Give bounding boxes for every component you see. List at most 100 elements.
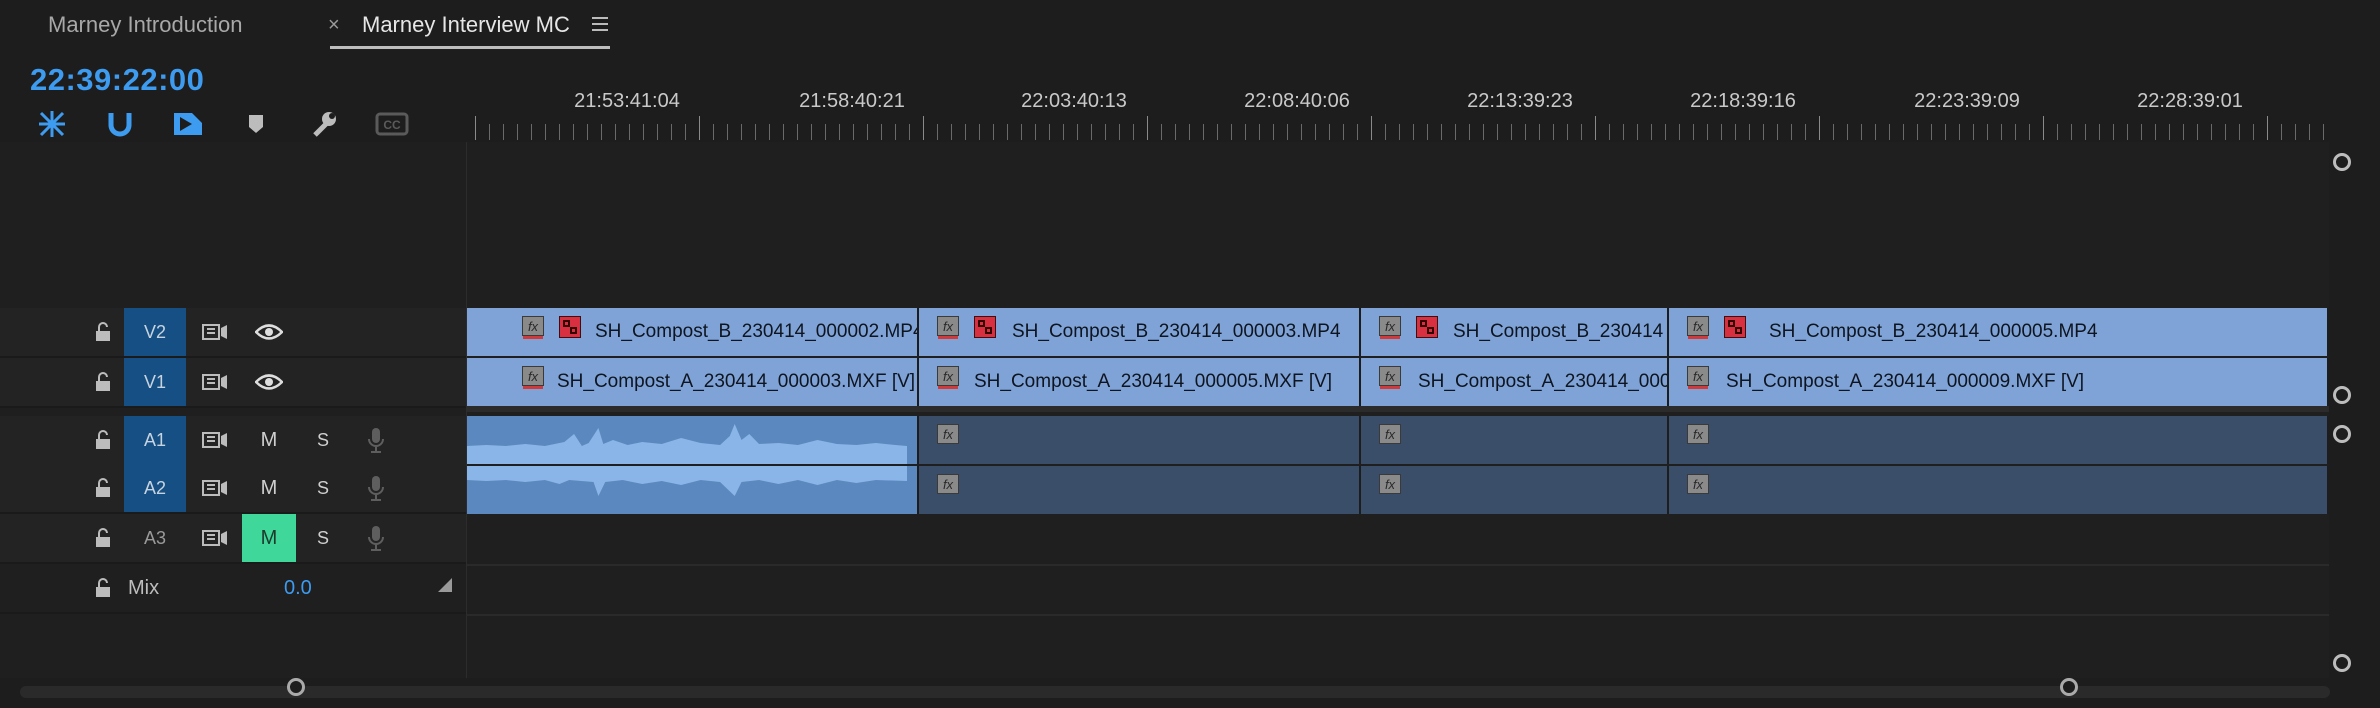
audio-clip-a2-2[interactable]: fx [919, 466, 1361, 514]
track-header-v1: V1 [0, 358, 466, 408]
ruler-label: 22:03:40:13 [1021, 90, 1127, 112]
linked-selection-icon[interactable] [102, 106, 138, 142]
eye-icon[interactable] [254, 317, 284, 347]
ruler-major-ticks [475, 116, 2330, 140]
multicam-icon [559, 316, 581, 338]
track-header-a1: A1 M S [0, 416, 466, 466]
audio-waveform [467, 424, 907, 464]
audio-clip-a1-4[interactable]: fx [1669, 416, 2329, 464]
lock-icon[interactable] [88, 317, 118, 347]
tab-marney-introduction[interactable]: Marney Introduction [48, 12, 242, 38]
lock-icon[interactable] [88, 367, 118, 397]
clip-v2-2[interactable]: fx SH_Compost_B_230414_000003.MP4 [919, 308, 1361, 356]
clip-name: SH_Compost_A_230414_000005.MXF [V] [974, 371, 1333, 392]
mix-volume-value[interactable]: 0.0 [284, 577, 312, 600]
fx-badge: fx [1379, 424, 1401, 444]
video-audio-divider[interactable] [467, 406, 2329, 412]
clip-name: SH_Compost_A_230414_000003.MXF [V] [557, 371, 916, 392]
clip-name: SH_Compost_B_230414_000005.MP4 [1769, 321, 2098, 342]
track-header-a3: A3 M S [0, 514, 466, 564]
vertical-scroll-handle[interactable] [2333, 386, 2351, 404]
clip-v2-4[interactable]: fx SH_Compost_B_230414_000005.MP4 [1669, 308, 2329, 356]
audio-clip-a2-1[interactable] [467, 466, 919, 514]
solo-button[interactable]: S [305, 514, 341, 562]
clip-v2-3[interactable]: fx SH_Compost_B_230414 [1361, 308, 1669, 356]
mute-button[interactable]: M [242, 464, 296, 512]
track-target-a1[interactable]: A1 [124, 416, 186, 464]
horizontal-scrollbar[interactable] [20, 686, 2330, 698]
audio-clip-a1-1[interactable] [467, 416, 919, 464]
clip-name: SH_Compost_A_230414_000 [1418, 371, 1669, 392]
ruler-label: 22:18:39:16 [1690, 90, 1796, 112]
sync-lock-icon[interactable] [200, 473, 230, 503]
clip-v1-2[interactable]: fx SH_Compost_A_230414_000005.MXF [V] [919, 358, 1361, 406]
fx-badge: fx [1379, 316, 1401, 339]
microphone-icon[interactable] [361, 523, 391, 553]
lock-icon[interactable] [88, 573, 118, 603]
lock-icon[interactable] [88, 473, 118, 503]
track-header-a2: A2 M S [0, 464, 466, 514]
ruler-label: 22:13:39:23 [1467, 90, 1573, 112]
horizontal-scroll-handle-right[interactable] [2060, 678, 2078, 696]
lock-icon[interactable] [88, 523, 118, 553]
microphone-icon[interactable] [361, 473, 391, 503]
audio-waveform [467, 466, 907, 496]
audio-clip-a1-2[interactable]: fx [919, 416, 1361, 464]
panel-menu-icon[interactable] [592, 17, 608, 31]
ruler-label: 22:23:39:09 [1914, 90, 2020, 112]
track-header-mix [0, 564, 466, 614]
channel-icon[interactable] [430, 570, 460, 600]
insert-overwrite-icon[interactable] [170, 106, 206, 142]
sync-lock-icon[interactable] [200, 367, 230, 397]
sync-lock-icon[interactable] [200, 425, 230, 455]
audio-clip-a1-3[interactable]: fx [1361, 416, 1669, 464]
wrench-icon[interactable] [306, 106, 342, 142]
lock-icon[interactable] [88, 425, 118, 455]
tab-marney-interview-mc[interactable]: Marney Interview MC [362, 12, 570, 38]
svg-text:CC: CC [383, 118, 401, 132]
mute-button[interactable]: M [242, 416, 296, 464]
playhead-timecode[interactable]: 22:39:22:00 [30, 62, 204, 98]
sync-lock-icon[interactable] [200, 317, 230, 347]
vertical-scroll-handle[interactable] [2333, 153, 2351, 171]
sync-lock-icon[interactable] [200, 523, 230, 553]
eye-icon[interactable] [254, 367, 284, 397]
vertical-scroll-handle[interactable] [2333, 425, 2351, 443]
track-divider [467, 564, 2329, 566]
clip-v2-1[interactable]: fx SH_Compost_B_230414_000002.MP4 [467, 308, 919, 356]
track-target-v2[interactable]: V2 [124, 308, 186, 356]
snap-icon[interactable] [34, 106, 70, 142]
audio-clip-a2-3[interactable]: fx [1361, 466, 1669, 514]
horizontal-scroll-handle-left[interactable] [287, 678, 305, 696]
active-tab-indicator [330, 46, 610, 49]
fx-badge: fx [1687, 424, 1709, 444]
solo-button[interactable]: S [305, 416, 341, 464]
ruler-label: 22:08:40:06 [1244, 90, 1350, 112]
track-target-v1[interactable]: V1 [124, 358, 186, 406]
clip-v1-4[interactable]: fx SH_Compost_A_230414_000009.MXF [V] [1669, 358, 2329, 406]
fx-badge: fx [1379, 474, 1401, 494]
audio-clip-a2-4[interactable]: fx [1669, 466, 2329, 514]
clip-name: SH_Compost_A_230414_000009.MXF [V] [1726, 371, 2085, 392]
clip-v1-3[interactable]: fx SH_Compost_A_230414_000 [1361, 358, 1669, 406]
track-target-a2[interactable]: A2 [124, 464, 186, 512]
clip-v1-1[interactable]: fx SH_Compost_A_230414_000003.MXF [V] [467, 358, 919, 406]
fx-badge: fx [937, 474, 959, 494]
ruler-label: 22:28:39:01 [2137, 90, 2243, 112]
mute-button[interactable]: M [242, 514, 296, 562]
fx-badge: fx [522, 366, 544, 389]
track-divider [467, 614, 2329, 616]
fx-badge: fx [937, 316, 959, 339]
ruler-label: 21:53:41:04 [574, 90, 680, 112]
track-target-a3[interactable]: A3 [124, 514, 186, 562]
vertical-scroll-handle[interactable] [2333, 654, 2351, 672]
marker-icon[interactable] [238, 106, 274, 142]
ruler-label: 21:58:40:21 [799, 90, 905, 112]
fx-badge: fx [1687, 474, 1709, 494]
close-icon[interactable]: × [328, 14, 340, 37]
captions-icon[interactable]: CC [374, 106, 410, 142]
solo-button[interactable]: S [305, 464, 341, 512]
clip-name: SH_Compost_B_230414_000002.MP4 [595, 321, 919, 342]
fx-badge: fx [1687, 366, 1709, 389]
microphone-icon[interactable] [361, 425, 391, 455]
